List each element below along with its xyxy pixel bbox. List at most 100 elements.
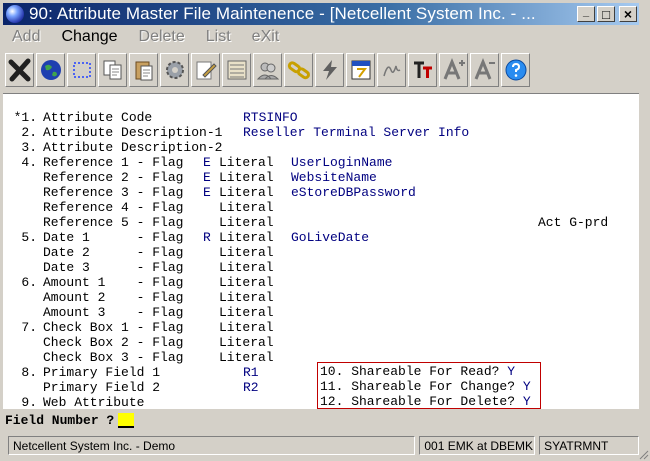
field-label: Attribute Description-1 xyxy=(43,125,223,140)
literal-label: Literal xyxy=(219,305,274,320)
calendar-button[interactable] xyxy=(346,53,375,87)
field-number: 5. xyxy=(21,230,37,245)
literal-value: WebsiteName xyxy=(291,170,377,185)
exit-button[interactable] xyxy=(5,53,34,87)
menu-change[interactable]: Change xyxy=(61,28,117,46)
field-value: RTSINFO xyxy=(243,110,298,125)
exit-x-icon xyxy=(8,58,30,82)
literal-label: Literal xyxy=(219,290,274,305)
settings-button[interactable] xyxy=(160,53,189,87)
shareable-box: 10. Shareable For Read? Y 11. Shareable … xyxy=(317,362,541,409)
help-icon xyxy=(505,59,526,81)
font-tt-icon xyxy=(413,61,432,78)
shareable-read-row[interactable]: 10. Shareable For Read? Y xyxy=(320,364,515,379)
copy-icon xyxy=(103,60,121,80)
menu-add[interactable]: Add xyxy=(12,28,40,46)
field-label: Reference 5 - Flag xyxy=(43,215,184,230)
literal-label: Literal xyxy=(219,275,274,290)
literal-label: Literal xyxy=(219,200,274,215)
paste-icon xyxy=(135,61,152,81)
literal-label: Literal xyxy=(219,230,274,245)
field-number: 9. xyxy=(21,395,37,410)
toolbar xyxy=(3,50,639,90)
edit-pencil-icon xyxy=(196,61,217,80)
list-form-icon xyxy=(227,60,246,80)
flag-value: R xyxy=(203,230,211,245)
form-area: *1. Attribute Code RTSINFO 2. Attribute Desc… xyxy=(3,93,639,410)
settings-gear-icon xyxy=(165,61,184,79)
literal-label: Literal xyxy=(219,260,274,275)
menu-exit[interactable]: eXit xyxy=(252,28,280,46)
select-button[interactable] xyxy=(67,53,96,87)
status-user: 001 EMK at DBEMK xyxy=(419,436,536,455)
font-button[interactable] xyxy=(408,53,437,87)
edit-button[interactable] xyxy=(191,53,220,87)
users-icon xyxy=(256,62,279,80)
close-button[interactable]: × xyxy=(619,6,637,22)
select-rectangle-icon xyxy=(72,62,91,78)
app-window: 90: Attribute Master File Maintenence - … xyxy=(0,0,650,461)
field-value: R2 xyxy=(243,380,259,395)
paste-button[interactable] xyxy=(129,53,158,87)
maximize-button[interactable]: □ xyxy=(597,6,615,22)
maximize-icon: □ xyxy=(602,6,610,22)
field-label: Reference 4 - Flag xyxy=(43,200,184,215)
minimize-button[interactable]: _ xyxy=(577,6,595,22)
decrease-font-button[interactable] xyxy=(470,53,499,87)
copy-button[interactable] xyxy=(98,53,127,87)
increase-font-icon xyxy=(443,58,465,80)
resize-grip-icon[interactable] xyxy=(637,448,649,460)
field-number: 6. xyxy=(21,275,37,290)
literal-label: Literal xyxy=(219,350,274,365)
increase-font-button[interactable] xyxy=(439,53,468,87)
shareable-change-row[interactable]: 11. Shareable For Change? Y xyxy=(320,379,531,394)
title-bar[interactable]: 90: Attribute Master File Maintenence - … xyxy=(3,3,639,25)
globe-button[interactable] xyxy=(36,53,65,87)
menu-bar: Add Change Delete List eXit xyxy=(3,26,639,48)
minimize-icon: _ xyxy=(582,6,590,18)
literal-value: UserLoginName xyxy=(291,155,393,170)
field-label: Attribute Description-2 xyxy=(43,140,223,155)
list-button[interactable] xyxy=(222,53,251,87)
field-number: 2. xyxy=(21,125,37,140)
lightning-icon xyxy=(322,60,337,80)
field-label: Web Attribute xyxy=(43,395,145,410)
field-value: Reseller Terminal Server Info xyxy=(243,125,470,140)
field-number: *1. xyxy=(13,110,37,125)
literal-label: Literal xyxy=(219,335,274,350)
shareable-delete-row[interactable]: 12. Shareable For Delete? Y xyxy=(320,394,531,409)
link-button[interactable] xyxy=(284,53,313,87)
menu-delete[interactable]: Delete xyxy=(139,28,185,46)
field-label: Check Box 3 - Flag xyxy=(43,350,184,365)
status-company: Netcellent System Inc. - Demo xyxy=(8,436,416,455)
field-label: Date 2 - Flag xyxy=(43,245,184,260)
field-label: Date 1 - Flag xyxy=(43,230,184,245)
literal-label: Literal xyxy=(219,245,274,260)
process-button[interactable] xyxy=(315,53,344,87)
literal-label: Literal xyxy=(219,320,274,335)
field-number-input[interactable] xyxy=(118,412,135,428)
link-chain-icon xyxy=(287,61,310,80)
field-label: Primary Field 2 xyxy=(43,380,161,395)
literal-label: Literal xyxy=(219,155,274,170)
field-number: 8. xyxy=(21,365,37,380)
field-label: Reference 2 - Flag xyxy=(43,170,184,185)
window-title: 90: Attribute Master File Maintenence - … xyxy=(29,4,536,23)
literal-label: Literal xyxy=(219,215,274,230)
flag-value: E xyxy=(203,170,211,185)
field-number: 7. xyxy=(21,320,37,335)
prompt-label: Field Number ? xyxy=(5,412,115,428)
signature-button[interactable] xyxy=(377,53,406,87)
field-label: Amount 2 - Flag xyxy=(43,290,184,305)
help-button[interactable] xyxy=(501,53,530,87)
field-label: Amount 1 - Flag xyxy=(43,275,184,290)
menu-list[interactable]: List xyxy=(206,28,231,46)
app-globe-icon[interactable] xyxy=(6,5,24,23)
signature-icon xyxy=(382,65,400,77)
field-value: R1 xyxy=(243,365,259,380)
decrease-font-icon xyxy=(474,58,495,80)
side-note: Act G-prd xyxy=(538,215,609,230)
field-label: Reference 1 - Flag xyxy=(43,155,184,170)
literal-label: Literal xyxy=(219,170,274,185)
users-button[interactable] xyxy=(253,53,282,87)
